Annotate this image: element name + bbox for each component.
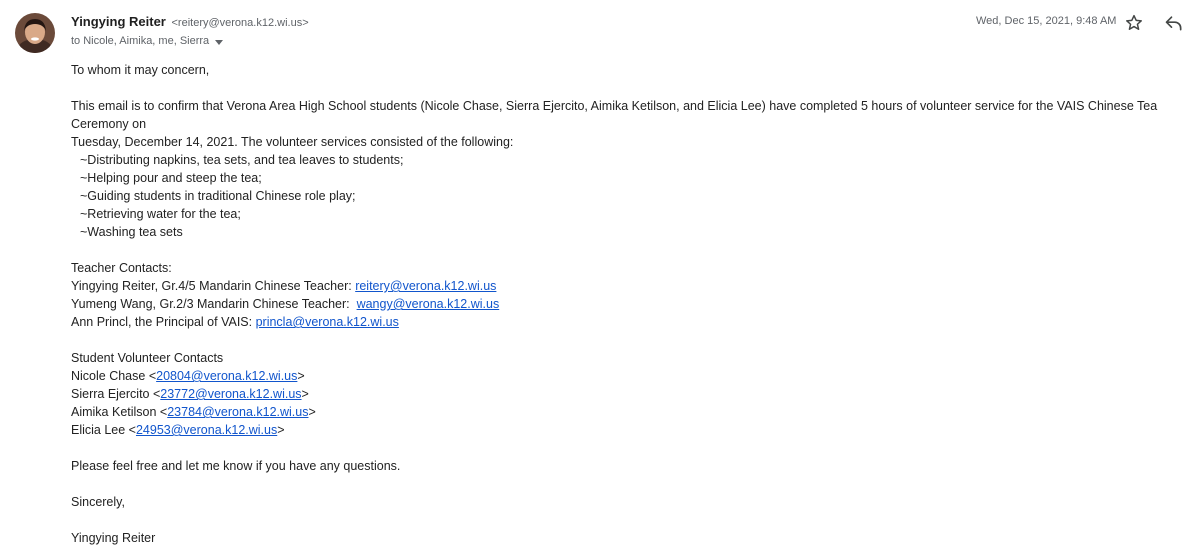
closing-line: Please feel free and let me know if you … xyxy=(71,459,401,473)
signature: Yingying Reiter xyxy=(71,531,156,545)
sender-email: <reitery@verona.k12.wi.us> xyxy=(171,17,309,29)
teacher-contact: Yingying Reiter, Gr.4/5 Mandarin Chinese… xyxy=(71,277,1196,295)
star-outline-icon xyxy=(1126,14,1142,30)
service-item: ~Retrieving water for the tea; xyxy=(80,207,241,221)
reply-arrow-icon xyxy=(1165,16,1182,31)
message-date: Wed, Dec 15, 2021, 9:48 AM xyxy=(976,15,1117,27)
caret-down-icon[interactable] xyxy=(215,39,224,45)
service-item: ~Helping pour and steep the tea; xyxy=(80,171,262,185)
intro-line: This email is to confirm that Verona Are… xyxy=(71,99,1158,131)
student-email-link[interactable]: 20804@verona.k12.wi.us xyxy=(156,369,297,383)
signoff: Sincerely, xyxy=(71,495,125,509)
teacher-label: Ann Princl, the Principal of VAIS: xyxy=(71,315,256,329)
bracket-close: > xyxy=(308,405,316,419)
student-name: Sierra Ejercito < xyxy=(71,387,161,401)
recipients-text: to Nicole, Aimika, me, Sierra xyxy=(71,35,210,47)
teacher-heading: Teacher Contacts: xyxy=(71,261,172,275)
student-email-link[interactable]: 23772@verona.k12.wi.us xyxy=(160,387,301,401)
service-item: ~Guiding students in traditional Chinese… xyxy=(80,189,356,203)
recipients-line[interactable]: to Nicole, Aimika, me, Sierra xyxy=(71,35,224,47)
sender-name[interactable]: Yingying Reiter xyxy=(71,14,166,29)
student-contact: Nicole Chase <20804@verona.k12.wi.us> xyxy=(71,367,1196,385)
student-email-link[interactable]: 24953@verona.k12.wi.us xyxy=(136,423,277,437)
student-name: Aimika Ketilson < xyxy=(71,405,168,419)
student-contact: Aimika Ketilson <23784@verona.k12.wi.us> xyxy=(71,403,1196,421)
bracket-close: > xyxy=(277,423,285,437)
bracket-close: > xyxy=(297,369,305,383)
avatar[interactable] xyxy=(15,13,55,53)
service-item: ~Distributing napkins, tea sets, and tea… xyxy=(80,153,404,167)
reply-button[interactable] xyxy=(1164,13,1184,33)
student-name: Nicole Chase < xyxy=(71,369,157,383)
teacher-email-link[interactable]: princla@verona.k12.wi.us xyxy=(256,315,399,329)
student-contact: Elicia Lee <24953@verona.k12.wi.us> xyxy=(71,421,1196,439)
sender-line: Yingying Reiter <reitery@verona.k12.wi.u… xyxy=(71,14,309,29)
greeting: To whom it may concern, xyxy=(71,63,210,77)
teacher-label: Yumeng Wang, Gr.2/3 Mandarin Chinese Tea… xyxy=(71,297,357,311)
student-name: Elicia Lee < xyxy=(71,423,136,437)
bracket-close: > xyxy=(301,387,309,401)
teacher-email-link[interactable]: wangy@verona.k12.wi.us xyxy=(357,297,500,311)
student-email-link[interactable]: 23784@verona.k12.wi.us xyxy=(167,405,308,419)
teacher-email-link[interactable]: reitery@verona.k12.wi.us xyxy=(355,279,496,293)
star-button[interactable] xyxy=(1124,13,1144,33)
teacher-label: Yingying Reiter, Gr.4/5 Mandarin Chinese… xyxy=(71,279,356,293)
teacher-contact: Yumeng Wang, Gr.2/3 Mandarin Chinese Tea… xyxy=(71,295,1196,313)
teacher-contact: Ann Princl, the Principal of VAIS: princ… xyxy=(71,313,1196,331)
student-heading: Student Volunteer Contacts xyxy=(71,351,224,365)
intro-line: Tuesday, December 14, 2021. The voluntee… xyxy=(71,135,514,149)
student-contact: Sierra Ejercito <23772@verona.k12.wi.us> xyxy=(71,385,1196,403)
message-body: To whom it may concern, This email is to… xyxy=(71,61,1196,547)
service-item: ~Washing tea sets xyxy=(80,225,183,239)
